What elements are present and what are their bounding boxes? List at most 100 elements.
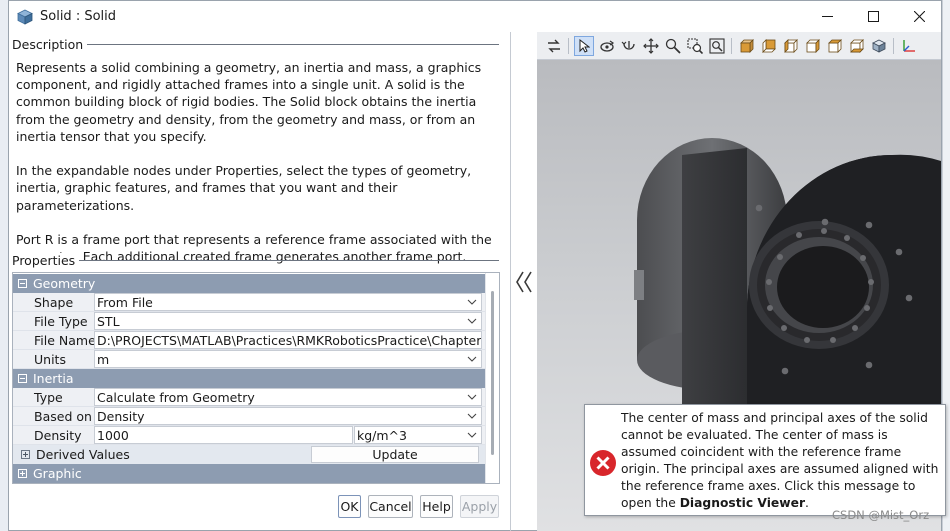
inertia-section-header[interactable]: Inertia <box>13 369 485 388</box>
view-bottom-button[interactable] <box>847 36 867 56</box>
view-right-button[interactable] <box>803 36 823 56</box>
toolbar-separator <box>893 38 894 54</box>
zoom-box-icon <box>687 38 703 54</box>
select-tool-button[interactable] <box>574 36 594 56</box>
select-pointer-icon <box>579 39 590 53</box>
inertia-type-label: Type <box>34 389 63 405</box>
toolbar-separator <box>568 38 569 54</box>
swap-arrows-icon <box>548 39 560 53</box>
description-paragraph: Represents a solid combining a geometry,… <box>16 60 482 144</box>
units-dropdown[interactable]: m <box>94 350 482 368</box>
diagnostic-message-end: . <box>805 496 809 510</box>
density-row: Density 1000 kg/m^3 <box>13 426 485 445</box>
view-top-icon <box>828 39 842 53</box>
pan-icon <box>643 38 659 54</box>
view-front-button[interactable] <box>737 36 757 56</box>
chevron-down-icon <box>467 413 477 419</box>
rotate-icon <box>600 40 615 52</box>
rotate-button[interactable] <box>597 36 617 56</box>
density-unit-value: kg/m^3 <box>357 427 407 443</box>
roll-button[interactable] <box>619 36 639 56</box>
shape-dropdown[interactable]: From File <box>94 293 482 311</box>
view-right-icon <box>806 39 820 53</box>
minimize-button[interactable] <box>804 1 850 32</box>
close-button[interactable] <box>896 1 942 32</box>
parameters-pane: Description Represents a solid combining… <box>9 32 507 531</box>
shape-value: From File <box>97 294 153 310</box>
inertia-type-row: Type Calculate from Geometry <box>13 388 485 407</box>
based-on-label: Based on <box>34 408 92 424</box>
watermark: CSDN @Mist_Orz <box>832 508 930 522</box>
shape-row: Shape From File <box>13 293 485 312</box>
toolbar-separator <box>731 38 732 54</box>
swap-button[interactable] <box>544 36 564 56</box>
expand-icon[interactable] <box>18 469 27 478</box>
file-name-input[interactable]: D:\PROJECTS\MATLAB\Practices\RMKRobotics… <box>94 331 482 349</box>
chevron-down-icon <box>467 394 477 400</box>
help-button[interactable]: Help <box>420 495 453 518</box>
pan-button[interactable] <box>641 36 661 56</box>
properties-divider <box>79 260 499 261</box>
cancel-button[interactable]: Cancel <box>368 495 413 518</box>
maximize-icon <box>867 11 879 22</box>
zoom-fit-button[interactable] <box>707 36 727 56</box>
shape-label: Shape <box>34 294 74 310</box>
derived-values-label: Derived Values <box>36 447 130 462</box>
geometry-section-header[interactable]: Geometry <box>13 274 485 293</box>
chevron-down-icon <box>467 318 477 324</box>
file-name-row: File Name D:\PROJECTS\MATLAB\Practices\R… <box>13 331 485 350</box>
view-top-button[interactable] <box>825 36 845 56</box>
units-value: m <box>97 351 110 367</box>
diagnostic-viewer-link[interactable]: Diagnostic Viewer <box>680 496 805 510</box>
view-front-icon <box>740 39 754 53</box>
collapse-icon[interactable] <box>18 374 27 383</box>
file-type-row: File Type STL <box>13 312 485 331</box>
expand-icon[interactable] <box>21 450 30 459</box>
close-icon <box>913 11 925 22</box>
zoom-button[interactable] <box>663 36 683 56</box>
view-back-icon <box>762 39 776 53</box>
properties-scrollbar[interactable] <box>485 273 499 483</box>
properties-tree: Geometry Shape From File File Type STL F… <box>12 272 500 484</box>
based-on-row: Based on Density <box>13 407 485 426</box>
collapse-pane-button[interactable] <box>510 32 537 531</box>
simscape-block-icon <box>17 9 33 25</box>
window-title: Solid : Solid <box>40 9 117 24</box>
scrollbar-thumb[interactable] <box>491 291 494 455</box>
double-chevron-left-icon <box>515 271 532 292</box>
inertia-type-dropdown[interactable]: Calculate from Geometry <box>94 388 482 406</box>
description-divider <box>87 44 499 45</box>
update-button[interactable]: Update <box>311 446 479 463</box>
file-name-label: File Name <box>34 332 96 348</box>
chevron-down-icon <box>467 356 477 362</box>
view-left-button[interactable] <box>781 36 801 56</box>
based-on-dropdown[interactable]: Density <box>94 407 482 425</box>
density-input[interactable]: 1000 <box>94 426 353 444</box>
section-label: Graphic <box>33 466 82 481</box>
file-type-label: File Type <box>34 313 88 329</box>
view-iso-button[interactable] <box>869 36 889 56</box>
view-left-icon <box>784 39 798 53</box>
diagnostic-message[interactable]: The center of mass and principal axes of… <box>584 404 946 516</box>
file-type-dropdown[interactable]: STL <box>94 312 482 330</box>
derived-values-row: Derived Values Update <box>13 445 485 464</box>
collapse-icon[interactable] <box>18 279 27 288</box>
description-heading: Description <box>12 37 87 52</box>
frames-toggle-button[interactable] <box>899 36 919 56</box>
chevron-down-icon <box>467 432 477 438</box>
inertia-type-value: Calculate from Geometry <box>97 389 255 405</box>
density-value: 1000 <box>97 427 129 443</box>
density-unit-dropdown[interactable]: kg/m^3 <box>354 426 482 444</box>
description-paragraph: In the expandable nodes under Properties… <box>16 163 472 213</box>
zoom-icon <box>665 38 681 54</box>
view-back-button[interactable] <box>759 36 779 56</box>
graphic-section-header[interactable]: Graphic <box>13 464 485 483</box>
ok-button[interactable]: OK <box>338 495 361 518</box>
based-on-value: Density <box>97 408 145 424</box>
file-name-value: D:\PROJECTS\MATLAB\Practices\RMKRobotics… <box>97 332 482 348</box>
apply-button[interactable]: Apply <box>460 495 499 518</box>
maximize-button[interactable] <box>850 1 896 32</box>
minimize-icon <box>821 16 833 17</box>
zoom-box-button[interactable] <box>685 36 705 56</box>
section-label: Geometry <box>33 276 96 291</box>
